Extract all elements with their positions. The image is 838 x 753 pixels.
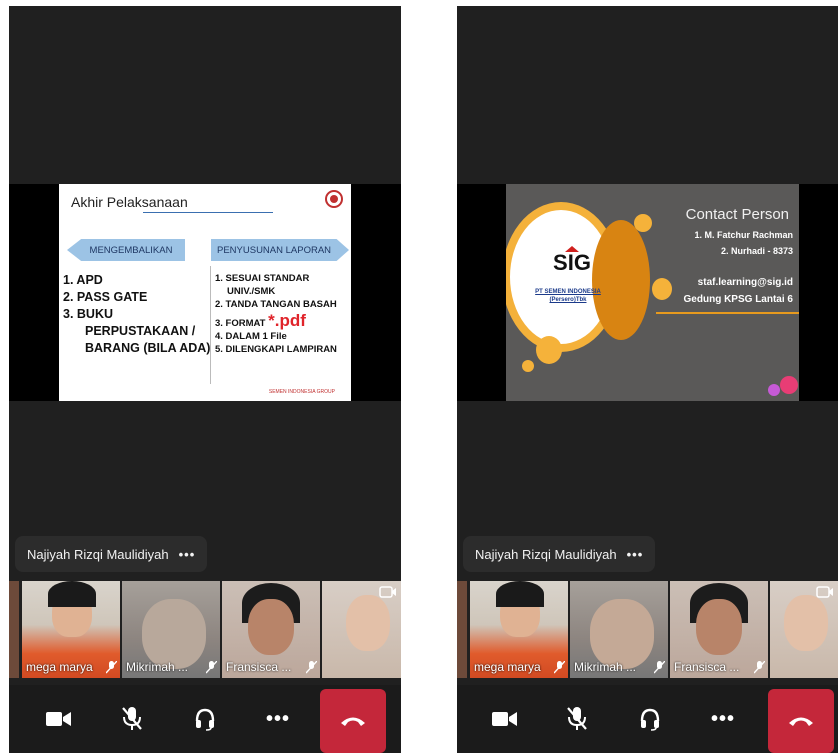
- logo-emblem-icon: [325, 190, 343, 208]
- participant-name: Fransisca ...: [674, 660, 740, 674]
- participant-tile[interactable]: Mikrimah ...: [122, 581, 220, 678]
- mic-off-icon: [206, 661, 217, 674]
- presentation-slide: Akhir Pelaksanaan MENGEMBALIKAN PENYUSUN…: [59, 184, 351, 401]
- participant-tile[interactable]: Mikrimah ...: [570, 581, 668, 678]
- decor-circle: [592, 220, 650, 340]
- logo-caption: PT SEMEN INDONESIA (Persero)Tbk: [535, 289, 601, 303]
- slide-footer: SEMEN INDONESIA GROUP: [268, 389, 335, 395]
- mic-off-icon: [654, 661, 665, 674]
- list-item: BARANG (BILA ADA): [85, 341, 211, 355]
- headset-icon: [195, 708, 215, 731]
- end-call-icon: [789, 717, 813, 726]
- mic-off-icon: [122, 707, 142, 730]
- microphone-button[interactable]: [104, 691, 160, 747]
- pdf-format-label: *.pdf: [268, 311, 306, 330]
- contact-email: staf.learning@sig.id: [697, 277, 793, 288]
- mic-off-icon: [567, 707, 587, 730]
- participant-tile[interactable]: [770, 581, 838, 678]
- participant-name: mega marya: [474, 660, 541, 674]
- camera-switch-icon[interactable]: [379, 585, 397, 599]
- more-options-button[interactable]: •••: [250, 691, 306, 747]
- participant-tile[interactable]: mega marya: [470, 581, 568, 678]
- end-call-button[interactable]: [768, 689, 834, 753]
- mic-off-icon: [106, 661, 117, 674]
- title-underline: [143, 212, 273, 213]
- active-speaker-label[interactable]: Najiyah Rizqi Maulidiyah •••: [15, 536, 208, 572]
- contact-1: 1. M. Fatchur Rachman: [694, 230, 793, 240]
- microphone-button[interactable]: [549, 691, 605, 747]
- speaker-name: Najiyah Rizqi Maulidiyah: [475, 546, 617, 562]
- participant-name: Fransisca ...: [226, 660, 292, 674]
- participant-tile-partial[interactable]: [457, 581, 467, 678]
- video-camera-button[interactable]: [477, 691, 533, 747]
- video-camera-icon: [46, 712, 71, 726]
- participant-tile[interactable]: Fransisca ...: [222, 581, 320, 678]
- camera-switch-icon[interactable]: [816, 585, 834, 599]
- list-item: UNIV./SMK: [227, 286, 276, 297]
- participant-tile-partial[interactable]: [9, 581, 19, 678]
- logo-text: SIG: [553, 250, 591, 275]
- slide-divider: [656, 312, 799, 314]
- speaker-name: Najiyah Rizqi Maulidiyah: [27, 546, 169, 562]
- right-meeting-screen: SIG PT SEMEN INDONESIA (Persero)Tbk Cont…: [457, 6, 838, 753]
- sig-logo: SIG: [542, 246, 602, 274]
- participant-strip[interactable]: mega marya Mikrimah ... Fransisca ...: [457, 581, 838, 678]
- participant-tile[interactable]: [322, 581, 401, 678]
- list-item: 2. TANDA TANGAN BASAH: [215, 299, 337, 310]
- more-options-button[interactable]: •••: [695, 691, 751, 747]
- list-item: 3. BUKU: [63, 307, 114, 321]
- active-speaker-label[interactable]: Najiyah Rizqi Maulidiyah •••: [463, 536, 656, 572]
- more-icon: •••: [710, 707, 735, 730]
- mengembalikan-header: MENGEMBALIKAN: [67, 239, 185, 261]
- end-call-button[interactable]: [320, 689, 386, 753]
- contact-2: 2. Nurhadi - 8373: [720, 246, 793, 256]
- penyusunan-laporan-header: PENYUSUNAN LAPORAN: [211, 239, 349, 261]
- screen-share-area: SIG PT SEMEN INDONESIA (Persero)Tbk Cont…: [457, 184, 838, 401]
- list-item: 1. APD: [63, 273, 103, 287]
- report-items-list: 1. SESUAI STANDAR UNIV./SMK 2. TANDA TAN…: [215, 272, 337, 356]
- return-items-list: 1. APD 2. PASS GATE 3. BUKU PERPUSTAKAAN…: [63, 272, 210, 357]
- video-camera-icon: [492, 712, 517, 726]
- audio-output-button[interactable]: [177, 691, 233, 747]
- participant-name: Mikrimah ...: [126, 660, 189, 674]
- video-camera-button[interactable]: [31, 691, 87, 747]
- list-item: 3. FORMAT *.pdf: [215, 311, 306, 330]
- participant-name: mega marya: [26, 660, 93, 674]
- list-item: PERPUSTAKAAN /: [85, 324, 196, 338]
- call-controls-bar: •••: [9, 685, 401, 753]
- mic-off-icon: [306, 661, 317, 674]
- list-item: 1. SESUAI STANDAR: [215, 273, 310, 284]
- presentation-slide: SIG PT SEMEN INDONESIA (Persero)Tbk Cont…: [506, 184, 799, 401]
- participant-strip[interactable]: mega marya Mikrimah ... Fransisca ...: [9, 581, 401, 678]
- audio-output-button[interactable]: [622, 691, 678, 747]
- list-item: 5. DILENGKAPI LAMPIRAN: [215, 344, 337, 355]
- contact-building: Gedung KPSG Lantai 6: [683, 294, 793, 305]
- speaker-more-icon[interactable]: •••: [179, 547, 196, 562]
- list-item: 4. DALAM 1 File: [215, 331, 287, 342]
- participant-name: Mikrimah ...: [574, 660, 637, 674]
- more-icon: •••: [265, 707, 290, 730]
- participant-tile[interactable]: Fransisca ...: [670, 581, 768, 678]
- mic-off-icon: [554, 661, 565, 674]
- list-item: 2. PASS GATE: [63, 290, 148, 304]
- participant-tile[interactable]: mega marya: [22, 581, 120, 678]
- slide-title: Akhir Pelaksanaan: [71, 194, 188, 210]
- speaker-more-icon[interactable]: •••: [627, 547, 644, 562]
- headset-icon: [640, 708, 660, 731]
- contact-person-title: Contact Person: [685, 206, 789, 223]
- end-call-icon: [341, 717, 365, 726]
- call-controls-bar: •••: [457, 685, 838, 753]
- left-meeting-screen: Akhir Pelaksanaan MENGEMBALIKAN PENYUSUN…: [9, 6, 401, 753]
- mic-off-icon: [754, 661, 765, 674]
- screen-share-area: Akhir Pelaksanaan MENGEMBALIKAN PENYUSUN…: [9, 184, 401, 401]
